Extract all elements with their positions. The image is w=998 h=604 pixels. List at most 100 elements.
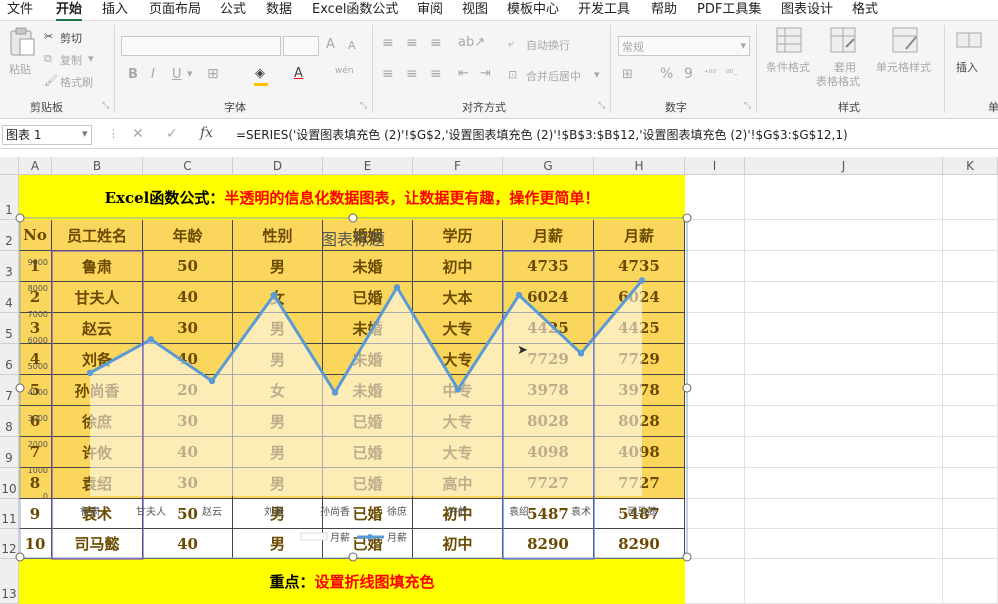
table-cell[interactable]: 女 — [233, 282, 323, 313]
paste-button[interactable]: 粘贴 — [6, 27, 38, 81]
table-cell[interactable]: 50 — [143, 499, 233, 529]
formula-input[interactable]: =SERIES('设置图表填充色 (2)'!$G$2,'设置图表填充色 (2)'… — [236, 126, 848, 144]
row-header-12[interactable]: 12 — [0, 529, 19, 559]
table-cell[interactable]: 2 — [19, 282, 52, 313]
empty-cell[interactable] — [745, 251, 943, 282]
empty-cell[interactable] — [745, 282, 943, 313]
empty-cell[interactable] — [745, 344, 943, 375]
column-header-D[interactable]: D — [233, 157, 323, 175]
header-cell[interactable]: 性别 — [233, 220, 323, 251]
conditional-format-button[interactable]: 条件格式 — [762, 27, 818, 87]
table-cell[interactable]: 3978 — [594, 375, 685, 406]
row-header-6[interactable]: 6 — [0, 344, 19, 375]
table-cell[interactable]: 刘备 — [52, 344, 143, 375]
table-cell[interactable]: 6024 — [594, 282, 685, 313]
table-cell[interactable]: 3978 — [503, 375, 594, 406]
table-cell[interactable]: 高中 — [413, 468, 503, 499]
phonetic-button[interactable]: wén — [335, 66, 354, 76]
format-as-table-button[interactable]: 套用 表格格式 — [812, 27, 874, 99]
empty-cell[interactable] — [745, 220, 943, 251]
row-header-4[interactable]: 4 — [0, 282, 19, 313]
table-cell[interactable]: 未婚 — [323, 251, 413, 282]
column-header-K[interactable]: K — [943, 157, 998, 175]
table-cell[interactable]: 孙尚香 — [52, 375, 143, 406]
row-header-5[interactable]: 5 — [0, 313, 19, 344]
chevron-down-icon[interactable]: ▾ — [82, 127, 88, 140]
empty-cell[interactable] — [685, 251, 745, 282]
empty-cell[interactable] — [685, 499, 745, 529]
empty-cell[interactable] — [745, 468, 943, 499]
tab-excel-functions[interactable]: Excel函数公式 — [312, 1, 398, 19]
orientation-icon[interactable]: ab↗ — [458, 35, 485, 50]
empty-cell[interactable] — [943, 282, 998, 313]
table-cell[interactable]: 40 — [143, 344, 233, 375]
table-cell[interactable]: 大专 — [413, 437, 503, 468]
tab-review[interactable]: 审阅 — [417, 1, 443, 19]
align-center-icon[interactable]: ≡ — [406, 66, 418, 82]
empty-cell[interactable] — [943, 499, 998, 529]
table-cell[interactable]: 男 — [233, 406, 323, 437]
empty-cell[interactable] — [943, 313, 998, 344]
table-cell[interactable]: 已婚 — [323, 529, 413, 559]
empty-cell[interactable] — [745, 406, 943, 437]
column-header-I[interactable]: I — [685, 157, 745, 175]
table-cell[interactable]: 未婚 — [323, 313, 413, 344]
name-box[interactable]: 图表 1 — [2, 125, 92, 145]
table-cell[interactable]: 中专 — [413, 375, 503, 406]
table-cell[interactable]: 7 — [19, 437, 52, 468]
empty-cell[interactable] — [943, 175, 998, 220]
table-cell[interactable]: 4 — [19, 344, 52, 375]
header-cell[interactable]: No — [19, 220, 52, 251]
underline-button[interactable]: U — [172, 67, 182, 82]
row-header-10[interactable]: 10 — [0, 468, 19, 499]
row-header-8[interactable]: 8 — [0, 406, 19, 437]
dialog-launcher-icon[interactable]: ⤡ — [744, 101, 751, 111]
tab-data[interactable]: 数据 — [266, 1, 292, 19]
column-header-J[interactable]: J — [745, 157, 943, 175]
table-cell[interactable]: 8028 — [594, 406, 685, 437]
table-cell[interactable]: 已婚 — [323, 406, 413, 437]
tab-formulas[interactable]: 公式 — [220, 1, 246, 19]
table-cell[interactable]: 男 — [233, 313, 323, 344]
empty-cell[interactable] — [685, 375, 745, 406]
table-cell[interactable]: 已婚 — [323, 499, 413, 529]
tab-help[interactable]: 帮助 — [651, 1, 677, 19]
table-cell[interactable]: 徐庶 — [52, 406, 143, 437]
table-cell[interactable]: 袁术 — [52, 499, 143, 529]
empty-cell[interactable] — [943, 559, 998, 604]
table-cell[interactable]: 大专 — [413, 406, 503, 437]
header-cell[interactable]: 月薪 — [503, 220, 594, 251]
align-middle-icon[interactable]: ≡ — [406, 35, 418, 51]
table-cell[interactable]: 5 — [19, 375, 52, 406]
table-cell[interactable]: 已婚 — [323, 437, 413, 468]
row-header-9[interactable]: 9 — [0, 437, 19, 468]
border-icon[interactable]: ⊞ — [207, 66, 219, 82]
row-header-13[interactable]: 13 — [0, 559, 19, 604]
table-cell[interactable]: 赵云 — [52, 313, 143, 344]
table-cell[interactable]: 8 — [19, 468, 52, 499]
column-header-G[interactable]: G — [503, 157, 594, 175]
table-cell[interactable]: 50 — [143, 251, 233, 282]
table-cell[interactable]: 大本 — [413, 282, 503, 313]
cancel-icon[interactable]: ✕ — [132, 126, 144, 142]
empty-cell[interactable] — [745, 529, 943, 559]
decrease-decimal-icon[interactable]: ⁰⁰₋ — [726, 69, 738, 79]
font-shrink-button[interactable]: A — [348, 39, 356, 52]
table-cell[interactable]: 男 — [233, 344, 323, 375]
column-header-B[interactable]: B — [52, 157, 143, 175]
table-cell[interactable]: 8028 — [503, 406, 594, 437]
tab-format[interactable]: 格式 — [852, 1, 878, 19]
table-cell[interactable]: 3 — [19, 313, 52, 344]
row-header-7[interactable]: 7 — [0, 375, 19, 406]
copy-button[interactable]: 复制 — [60, 52, 82, 68]
align-top-icon[interactable]: ≡ — [382, 35, 394, 51]
empty-cell[interactable] — [745, 559, 943, 604]
font-grow-button[interactable]: A — [326, 37, 335, 52]
table-cell[interactable]: 6 — [19, 406, 52, 437]
header-cell[interactable]: 婚姻 — [323, 220, 413, 251]
table-cell[interactable]: 9 — [19, 499, 52, 529]
dialog-launcher-icon[interactable]: ⤡ — [598, 101, 605, 111]
comma-style-button[interactable]: 9 — [684, 66, 693, 82]
fill-color-icon[interactable]: ◈ — [255, 66, 265, 81]
header-cell[interactable]: 学历 — [413, 220, 503, 251]
